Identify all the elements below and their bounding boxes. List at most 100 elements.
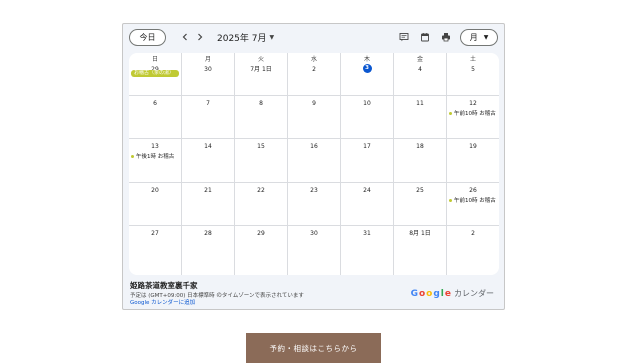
calendar-icon[interactable] xyxy=(419,31,431,43)
chevron-left-icon[interactable] xyxy=(178,30,192,44)
date-number[interactable]: 7月 1日 xyxy=(235,65,287,74)
google-calendar-logo[interactable]: Go o g l e カレンダー xyxy=(411,288,494,299)
date-number[interactable]: 9 xyxy=(288,99,340,108)
day-cell[interactable]: 10 xyxy=(341,96,394,139)
day-cell[interactable]: 27 xyxy=(129,226,182,275)
date-number[interactable]: 28 xyxy=(182,229,234,238)
weekday-label: 木 xyxy=(363,56,370,63)
date-number[interactable]: 8月 1日 xyxy=(394,229,446,238)
calendar-title: 姫路茶道教室裏千家 xyxy=(130,281,198,290)
date-number[interactable]: 30 xyxy=(182,65,234,74)
reservation-button[interactable]: 予約・相談はこちらから xyxy=(246,333,381,363)
date-number[interactable]: 5 xyxy=(447,65,499,74)
day-cell[interactable]: 31 xyxy=(341,226,394,275)
day-cell[interactable]: 24 xyxy=(341,183,394,226)
day-cell[interactable]: 14 xyxy=(182,139,235,183)
month-grid: 日29お稽古（茶の湯）月30火7月 1日水2木3金4土56789101112午前… xyxy=(129,53,499,275)
weekday-label: 水 xyxy=(310,56,317,63)
day-cell[interactable]: 22 xyxy=(235,183,288,226)
date-number[interactable]: 4 xyxy=(394,65,446,74)
date-number[interactable]: 24 xyxy=(341,186,393,195)
agenda-icon[interactable] xyxy=(398,31,410,43)
event-label: 午後1時 お稽古 xyxy=(136,154,175,160)
date-number[interactable]: 16 xyxy=(288,142,340,151)
day-cell[interactable]: 2 xyxy=(447,226,499,275)
day-cell[interactable]: 25 xyxy=(394,183,447,226)
logo-letter: o xyxy=(426,288,433,299)
date-number[interactable]: 14 xyxy=(182,142,234,151)
day-cell[interactable]: 21 xyxy=(182,183,235,226)
timed-event[interactable]: 午前10時 お稽古 xyxy=(449,196,496,204)
weekday-label: 月 xyxy=(204,56,211,63)
day-cell[interactable]: 8月 1日 xyxy=(394,226,447,275)
date-number[interactable]: 10 xyxy=(341,99,393,108)
date-number[interactable]: 31 xyxy=(341,229,393,238)
calendar-embed: 今日 2025年 7月 ▼ 月 ▼ 日29お稽古（茶の湯）月30火7月 1日水2… xyxy=(122,23,505,310)
day-cell[interactable]: 26 午前10時 お稽古 xyxy=(447,183,499,226)
day-cell[interactable]: 月 30 xyxy=(182,53,235,96)
day-cell[interactable]: 29 xyxy=(235,226,288,275)
day-cell[interactable]: 28 xyxy=(182,226,235,275)
date-number[interactable]: 8 xyxy=(235,99,287,108)
view-selector-button[interactable]: 月 ▼ xyxy=(460,29,498,46)
date-number[interactable]: 15 xyxy=(235,142,287,151)
day-cell[interactable]: 日29お稽古（茶の湯） xyxy=(129,53,182,96)
day-cell[interactable]: 8 xyxy=(235,96,288,139)
weekday-label: 土 xyxy=(469,56,476,63)
date-number[interactable]: 2 xyxy=(288,65,340,74)
day-cell[interactable]: 17 xyxy=(341,139,394,183)
date-number[interactable]: 30 xyxy=(288,229,340,238)
caret-down-icon: ▼ xyxy=(483,34,489,41)
date-number[interactable]: 13 xyxy=(129,142,181,151)
today-date-marker[interactable]: 3 xyxy=(362,64,372,73)
today-button[interactable]: 今日 xyxy=(129,29,166,46)
date-number[interactable]: 29 xyxy=(235,229,287,238)
date-number[interactable]: 11 xyxy=(394,99,446,108)
date-number[interactable]: 17 xyxy=(341,142,393,151)
date-number[interactable]: 18 xyxy=(394,142,446,151)
timed-event[interactable]: 午後1時 お稽古 xyxy=(131,152,174,160)
event-dot-icon xyxy=(449,111,452,115)
calendar-footer: 姫路茶道教室裏千家 予定は (GMT+09:00) 日本標準時 のタイムゾーンで… xyxy=(130,280,500,310)
day-cell[interactable]: 23 xyxy=(288,183,341,226)
day-cell[interactable]: 木3 xyxy=(341,53,394,96)
day-cell[interactable]: 9 xyxy=(288,96,341,139)
date-number[interactable]: 7 xyxy=(182,99,234,108)
all-day-event[interactable]: お稽古（茶の湯） xyxy=(131,70,179,77)
day-cell[interactable]: 11 xyxy=(394,96,447,139)
print-icon[interactable] xyxy=(440,31,452,43)
day-cell[interactable]: 19 xyxy=(447,139,499,183)
day-cell[interactable]: 12 午前10時 お稽古 xyxy=(447,96,499,139)
day-cell[interactable]: 土5 xyxy=(447,53,499,96)
date-number[interactable]: 20 xyxy=(129,186,181,195)
day-cell[interactable]: 金4 xyxy=(394,53,447,96)
event-label: 午前10時 お稽古 xyxy=(454,111,496,117)
event-label: 午前10時 お稽古 xyxy=(454,198,496,204)
date-number[interactable]: 21 xyxy=(182,186,234,195)
logo-letter: e xyxy=(444,288,451,299)
day-cell[interactable]: 6 xyxy=(129,96,182,139)
date-number[interactable]: 19 xyxy=(447,142,499,151)
day-cell[interactable]: 16 xyxy=(288,139,341,183)
day-cell[interactable]: 火 7月 1日 xyxy=(235,53,288,96)
day-cell[interactable]: 30 xyxy=(288,226,341,275)
chevron-right-icon[interactable] xyxy=(193,30,207,44)
date-number[interactable]: 25 xyxy=(394,186,446,195)
add-to-google-calendar-link[interactable]: Google カレンダーに追加 xyxy=(130,298,195,306)
weekday-label: 日 xyxy=(151,56,158,63)
date-number[interactable]: 27 xyxy=(129,229,181,238)
date-number[interactable]: 26 xyxy=(447,186,499,195)
date-number[interactable]: 23 xyxy=(288,186,340,195)
date-number[interactable]: 2 xyxy=(447,229,499,238)
day-cell[interactable]: 13 午後1時 お稽古 xyxy=(129,139,182,183)
day-cell[interactable]: 7 xyxy=(182,96,235,139)
day-cell[interactable]: 18 xyxy=(394,139,447,183)
date-number[interactable]: 22 xyxy=(235,186,287,195)
date-number[interactable]: 6 xyxy=(129,99,181,108)
day-cell[interactable]: 15 xyxy=(235,139,288,183)
timed-event[interactable]: 午前10時 お稽古 xyxy=(449,109,496,117)
day-cell[interactable]: 水2 xyxy=(288,53,341,96)
day-cell[interactable]: 20 xyxy=(129,183,182,226)
date-number[interactable]: 12 xyxy=(447,99,499,108)
month-selector[interactable]: 2025年 7月 ▼ xyxy=(217,31,274,44)
